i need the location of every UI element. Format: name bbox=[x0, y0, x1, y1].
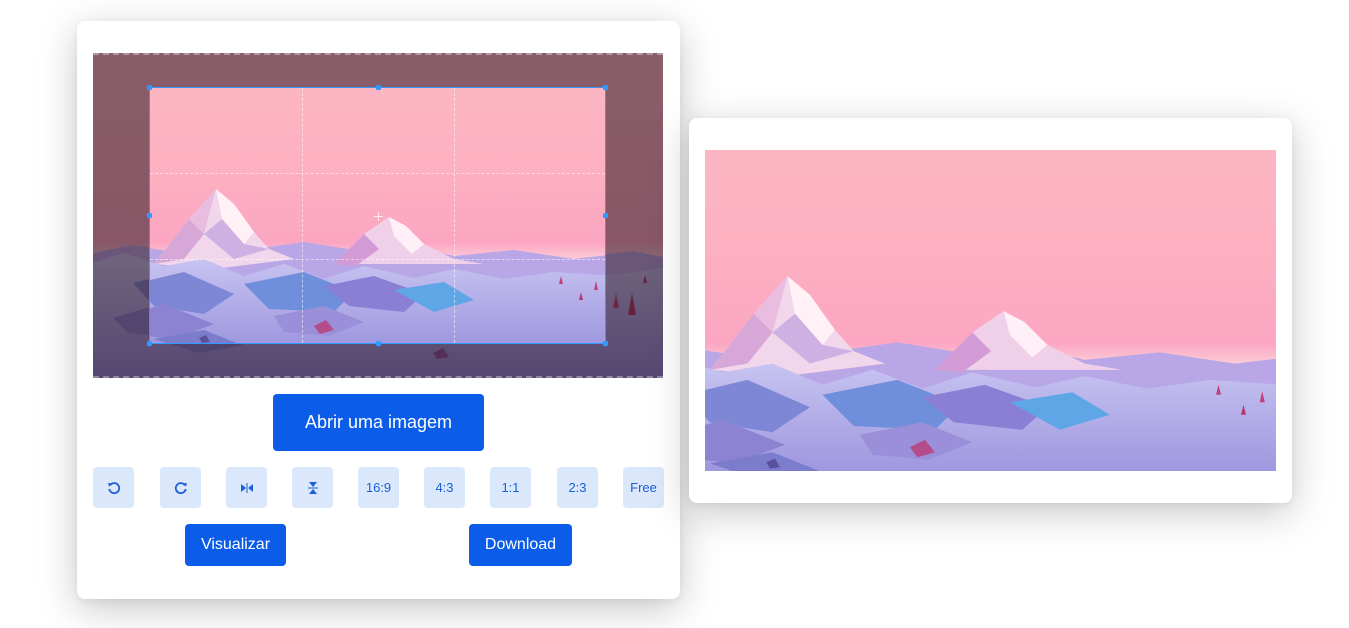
crop-guide-horizontal bbox=[150, 173, 605, 174]
rotate-left-button[interactable] bbox=[93, 467, 134, 508]
flip-vertical-icon bbox=[307, 481, 318, 494]
canvas-bottom-border bbox=[93, 376, 663, 378]
download-button[interactable]: Download bbox=[469, 524, 572, 566]
aspect-2-3-button[interactable]: 2:3 bbox=[557, 467, 598, 508]
crop-handle-top-left[interactable] bbox=[147, 85, 152, 90]
rotate-left-icon bbox=[107, 481, 120, 494]
crop-guide-horizontal bbox=[150, 259, 605, 260]
rotate-right-button[interactable] bbox=[160, 467, 201, 508]
flip-vertical-button[interactable] bbox=[292, 467, 333, 508]
aspect-16-9-button[interactable]: 16:9 bbox=[358, 467, 399, 508]
crop-center-icon bbox=[374, 212, 383, 221]
crop-box[interactable] bbox=[147, 85, 608, 346]
cropper-canvas[interactable] bbox=[93, 53, 663, 378]
flip-horizontal-icon bbox=[240, 482, 253, 493]
crop-guide-vertical bbox=[302, 88, 303, 343]
cropped-preview-image bbox=[705, 150, 1276, 471]
preview-card bbox=[689, 118, 1292, 503]
image-editor-card: Abrir uma imagem 16:9 4:3 1:1 2:3 Free V… bbox=[77, 21, 680, 599]
aspect-4-3-button[interactable]: 4:3 bbox=[424, 467, 465, 508]
crop-handle-bottom-right[interactable] bbox=[603, 341, 608, 346]
preview-button[interactable]: Visualizar bbox=[185, 524, 286, 566]
rotate-right-icon bbox=[174, 481, 187, 494]
crop-handle-top-right[interactable] bbox=[603, 85, 608, 90]
aspect-free-button[interactable]: Free bbox=[623, 467, 664, 508]
crop-handle-bottom-left[interactable] bbox=[147, 341, 152, 346]
crop-guide-vertical bbox=[454, 88, 455, 343]
crop-handle-top[interactable] bbox=[376, 85, 381, 90]
crop-handle-left[interactable] bbox=[147, 213, 152, 218]
open-image-button[interactable]: Abrir uma imagem bbox=[273, 394, 484, 451]
canvas-top-border bbox=[93, 53, 663, 55]
crop-handle-right[interactable] bbox=[603, 213, 608, 218]
flip-horizontal-button[interactable] bbox=[226, 467, 267, 508]
crop-handle-bottom[interactable] bbox=[376, 341, 381, 346]
low-poly-mountain-landscape-image bbox=[705, 150, 1276, 471]
aspect-1-1-button[interactable]: 1:1 bbox=[490, 467, 531, 508]
